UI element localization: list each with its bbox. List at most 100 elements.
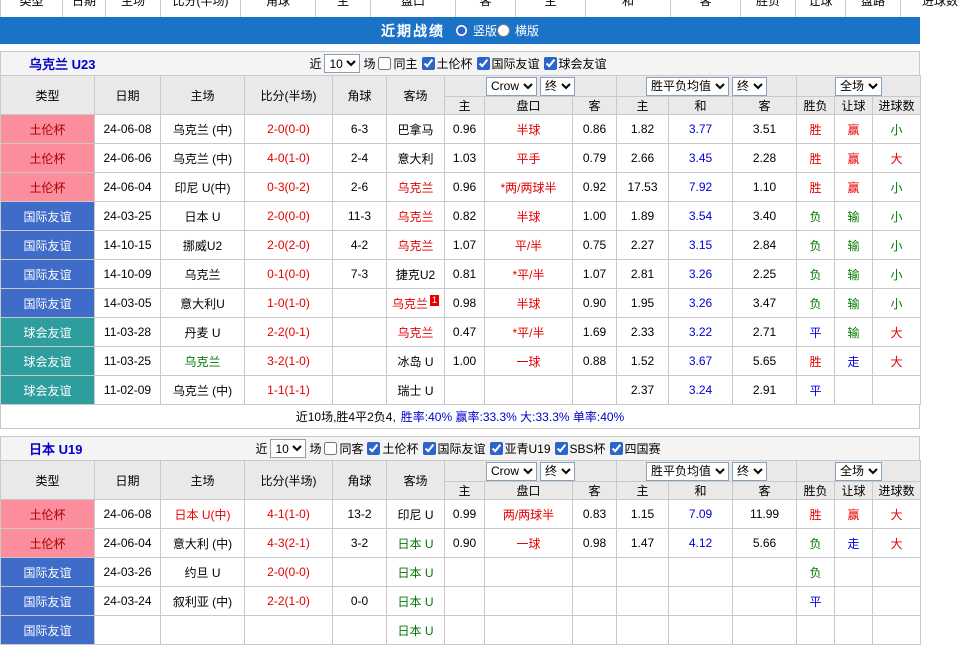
cell-lose-odds-text: 3.51 [753, 122, 776, 136]
cell-corners-text: 4-2 [351, 238, 368, 252]
cell-away-team[interactable]: 意大利 [387, 144, 445, 173]
cell-score-text: 0-3(0-2) [267, 180, 310, 194]
layout-radio-vertical[interactable]: 竖版 [455, 22, 497, 39]
cell-home-team[interactable] [161, 616, 245, 645]
filter-checkbox-1[interactable]: 土伦杯 [422, 55, 473, 72]
cell-away-team[interactable]: 日本 U [387, 587, 445, 616]
matches-tbody: 土伦杯24-06-08乌克兰 (中)2-0(0-0)6-3巴拿马0.96半球0.… [1, 115, 921, 405]
cell-draw-odds: 3.22 [669, 318, 733, 347]
cell-home-team[interactable]: 日本 U(中) [161, 500, 245, 529]
cell-home-team[interactable]: 乌克兰 [161, 260, 245, 289]
odds-provider-select[interactable]: Crow [486, 462, 537, 481]
cell-home-team[interactable]: 乌克兰 (中) [161, 376, 245, 405]
cell-date: 11-03-25 [95, 347, 161, 376]
filter-checkbox-input[interactable] [423, 442, 436, 455]
filter-checkbox-input[interactable] [544, 57, 557, 70]
cell-away-team[interactable]: 巴拿马 [387, 115, 445, 144]
cell-away-team[interactable]: 捷克U2 [387, 260, 445, 289]
cell-home-team[interactable]: 乌克兰 (中) [161, 144, 245, 173]
cell-home-team[interactable]: 日本 U [161, 202, 245, 231]
cell-home-team[interactable]: 叙利亚 (中) [161, 587, 245, 616]
cell-handicap-result-text: 赢 [848, 508, 860, 522]
layout-radio-input[interactable] [497, 24, 510, 37]
layout-radio-input[interactable] [455, 24, 468, 37]
cell-away-team[interactable]: 瑞士 U [387, 376, 445, 405]
cell-competition-type: 国际友谊 [1, 587, 95, 616]
cell-away-team[interactable]: 冰岛 U [387, 347, 445, 376]
cell-away-team[interactable]: 乌克兰1 [387, 289, 445, 318]
cell-goals-result-text: 小 [891, 181, 903, 195]
cell-away-team[interactable]: 日本 U [387, 558, 445, 587]
filter-checkbox-3[interactable]: 亚青U19 [490, 440, 551, 457]
cell-away-team[interactable]: 乌克兰 [387, 231, 445, 260]
filter-checkbox-0[interactable]: 同客 [324, 440, 363, 457]
wdl-average-select[interactable]: 胜平负均值 [646, 462, 729, 481]
previous-table-header-row: 类型 日期 主场 比分(半场) 角球 主 盘口 客 主 和 客 胜负 让球 盘路… [0, 0, 979, 17]
wdl-time-select[interactable]: 终 [732, 462, 767, 481]
wdl-average-select[interactable]: 胜平负均值 [646, 77, 729, 96]
filter-checkbox-2[interactable]: 国际友谊 [477, 55, 540, 72]
filter-checkbox-input[interactable] [324, 442, 337, 455]
cell-home-team[interactable]: 印尼 U(中) [161, 173, 245, 202]
cell-score: 2-2(1-0) [245, 587, 333, 616]
scope-group-header: 全场 [797, 76, 921, 97]
cell-away-team[interactable]: 乌克兰 [387, 173, 445, 202]
filter-checkbox-5[interactable]: 四国赛 [610, 440, 661, 457]
cell-away-team-text: 乌克兰 [397, 210, 433, 224]
cell-away-team-text: 乌克兰 [397, 326, 433, 340]
cell-lose-odds: 2.84 [733, 231, 797, 260]
recent-count-select[interactable]: 10 [270, 439, 306, 458]
filter-checkbox-0[interactable]: 同主 [378, 55, 417, 72]
filter-checkbox-1[interactable]: 土伦杯 [367, 440, 418, 457]
odds-time-select[interactable]: 终 [540, 462, 575, 481]
cell-lose-odds-text: 11.99 [750, 507, 779, 521]
cell-away-team-text: 日本 U [397, 624, 433, 638]
cell-away-team[interactable]: 乌克兰 [387, 202, 445, 231]
filter-checkbox-input[interactable] [422, 57, 435, 70]
odds-time-select[interactable]: 终 [540, 77, 575, 96]
filter-checkbox-3[interactable]: 球会友谊 [544, 55, 607, 72]
cell-away-team[interactable]: 日本 U [387, 616, 445, 645]
cell-home-team[interactable]: 意大利 (中) [161, 529, 245, 558]
cell-home-team[interactable]: 约旦 U [161, 558, 245, 587]
cell-competition-type: 国际友谊 [1, 616, 95, 645]
match-row: 国际友谊14-03-05意大利U1-0(1-0)乌克兰10.98半球0.901.… [1, 289, 921, 318]
cell-lose-odds-text: 3.40 [753, 209, 776, 223]
cell-lose-odds: 3.51 [733, 115, 797, 144]
match-scope-select[interactable]: 全场 [835, 462, 882, 481]
cell-away-team[interactable]: 日本 U [387, 529, 445, 558]
match-scope-select[interactable]: 全场 [835, 77, 882, 96]
filter-checkbox-input[interactable] [610, 442, 623, 455]
filter-checkbox-input[interactable] [490, 442, 503, 455]
cell-score: 4-0(1-0) [245, 144, 333, 173]
cell-away-team[interactable]: 印尼 U [387, 500, 445, 529]
filter-checkbox-input[interactable] [555, 442, 568, 455]
filter-checkbox-input[interactable] [378, 57, 391, 70]
filter-checkbox-2[interactable]: 国际友谊 [423, 440, 486, 457]
cell-handicap-result-text: 走 [848, 355, 860, 369]
sub-col-odds-home: 主 [617, 482, 669, 500]
cell-score: 2-0(0-0) [245, 115, 333, 144]
cell-home-team[interactable]: 丹麦 U [161, 318, 245, 347]
filter-checkbox-input[interactable] [367, 442, 380, 455]
filter-checkbox-4[interactable]: SBS杯 [555, 440, 606, 457]
odds-provider-select[interactable]: Crow [486, 77, 537, 96]
cell-competition-type: 土伦杯 [1, 115, 95, 144]
cell-home-team[interactable]: 乌克兰 (中) [161, 115, 245, 144]
cell-result [797, 616, 835, 645]
cell-handicap-result-text: 赢 [848, 152, 860, 166]
sub-col-handicap-line: 盘口 [485, 482, 573, 500]
matches-table: 类型 日期 主场 比分(半场) 角球 客场 Crow 终 胜平负均值 终 [0, 75, 921, 405]
cell-home-team[interactable]: 乌克兰 [161, 347, 245, 376]
recent-count-select[interactable]: 10 [324, 54, 360, 73]
cell-home-team[interactable]: 意大利U [161, 289, 245, 318]
wdl-time-select[interactable]: 终 [732, 77, 767, 96]
layout-radio-horizontal[interactable]: 横版 [497, 22, 539, 39]
filter-checkbox-input[interactable] [477, 57, 490, 70]
col-score: 比分(半场) [245, 76, 333, 115]
cell-handicap-result-text: 输 [848, 210, 860, 224]
cell-home-team[interactable]: 挪威U2 [161, 231, 245, 260]
cell-competition-type-text: 土伦杯 [29, 537, 65, 551]
cell-handicap-result [835, 587, 873, 616]
cell-away-team[interactable]: 乌克兰 [387, 318, 445, 347]
